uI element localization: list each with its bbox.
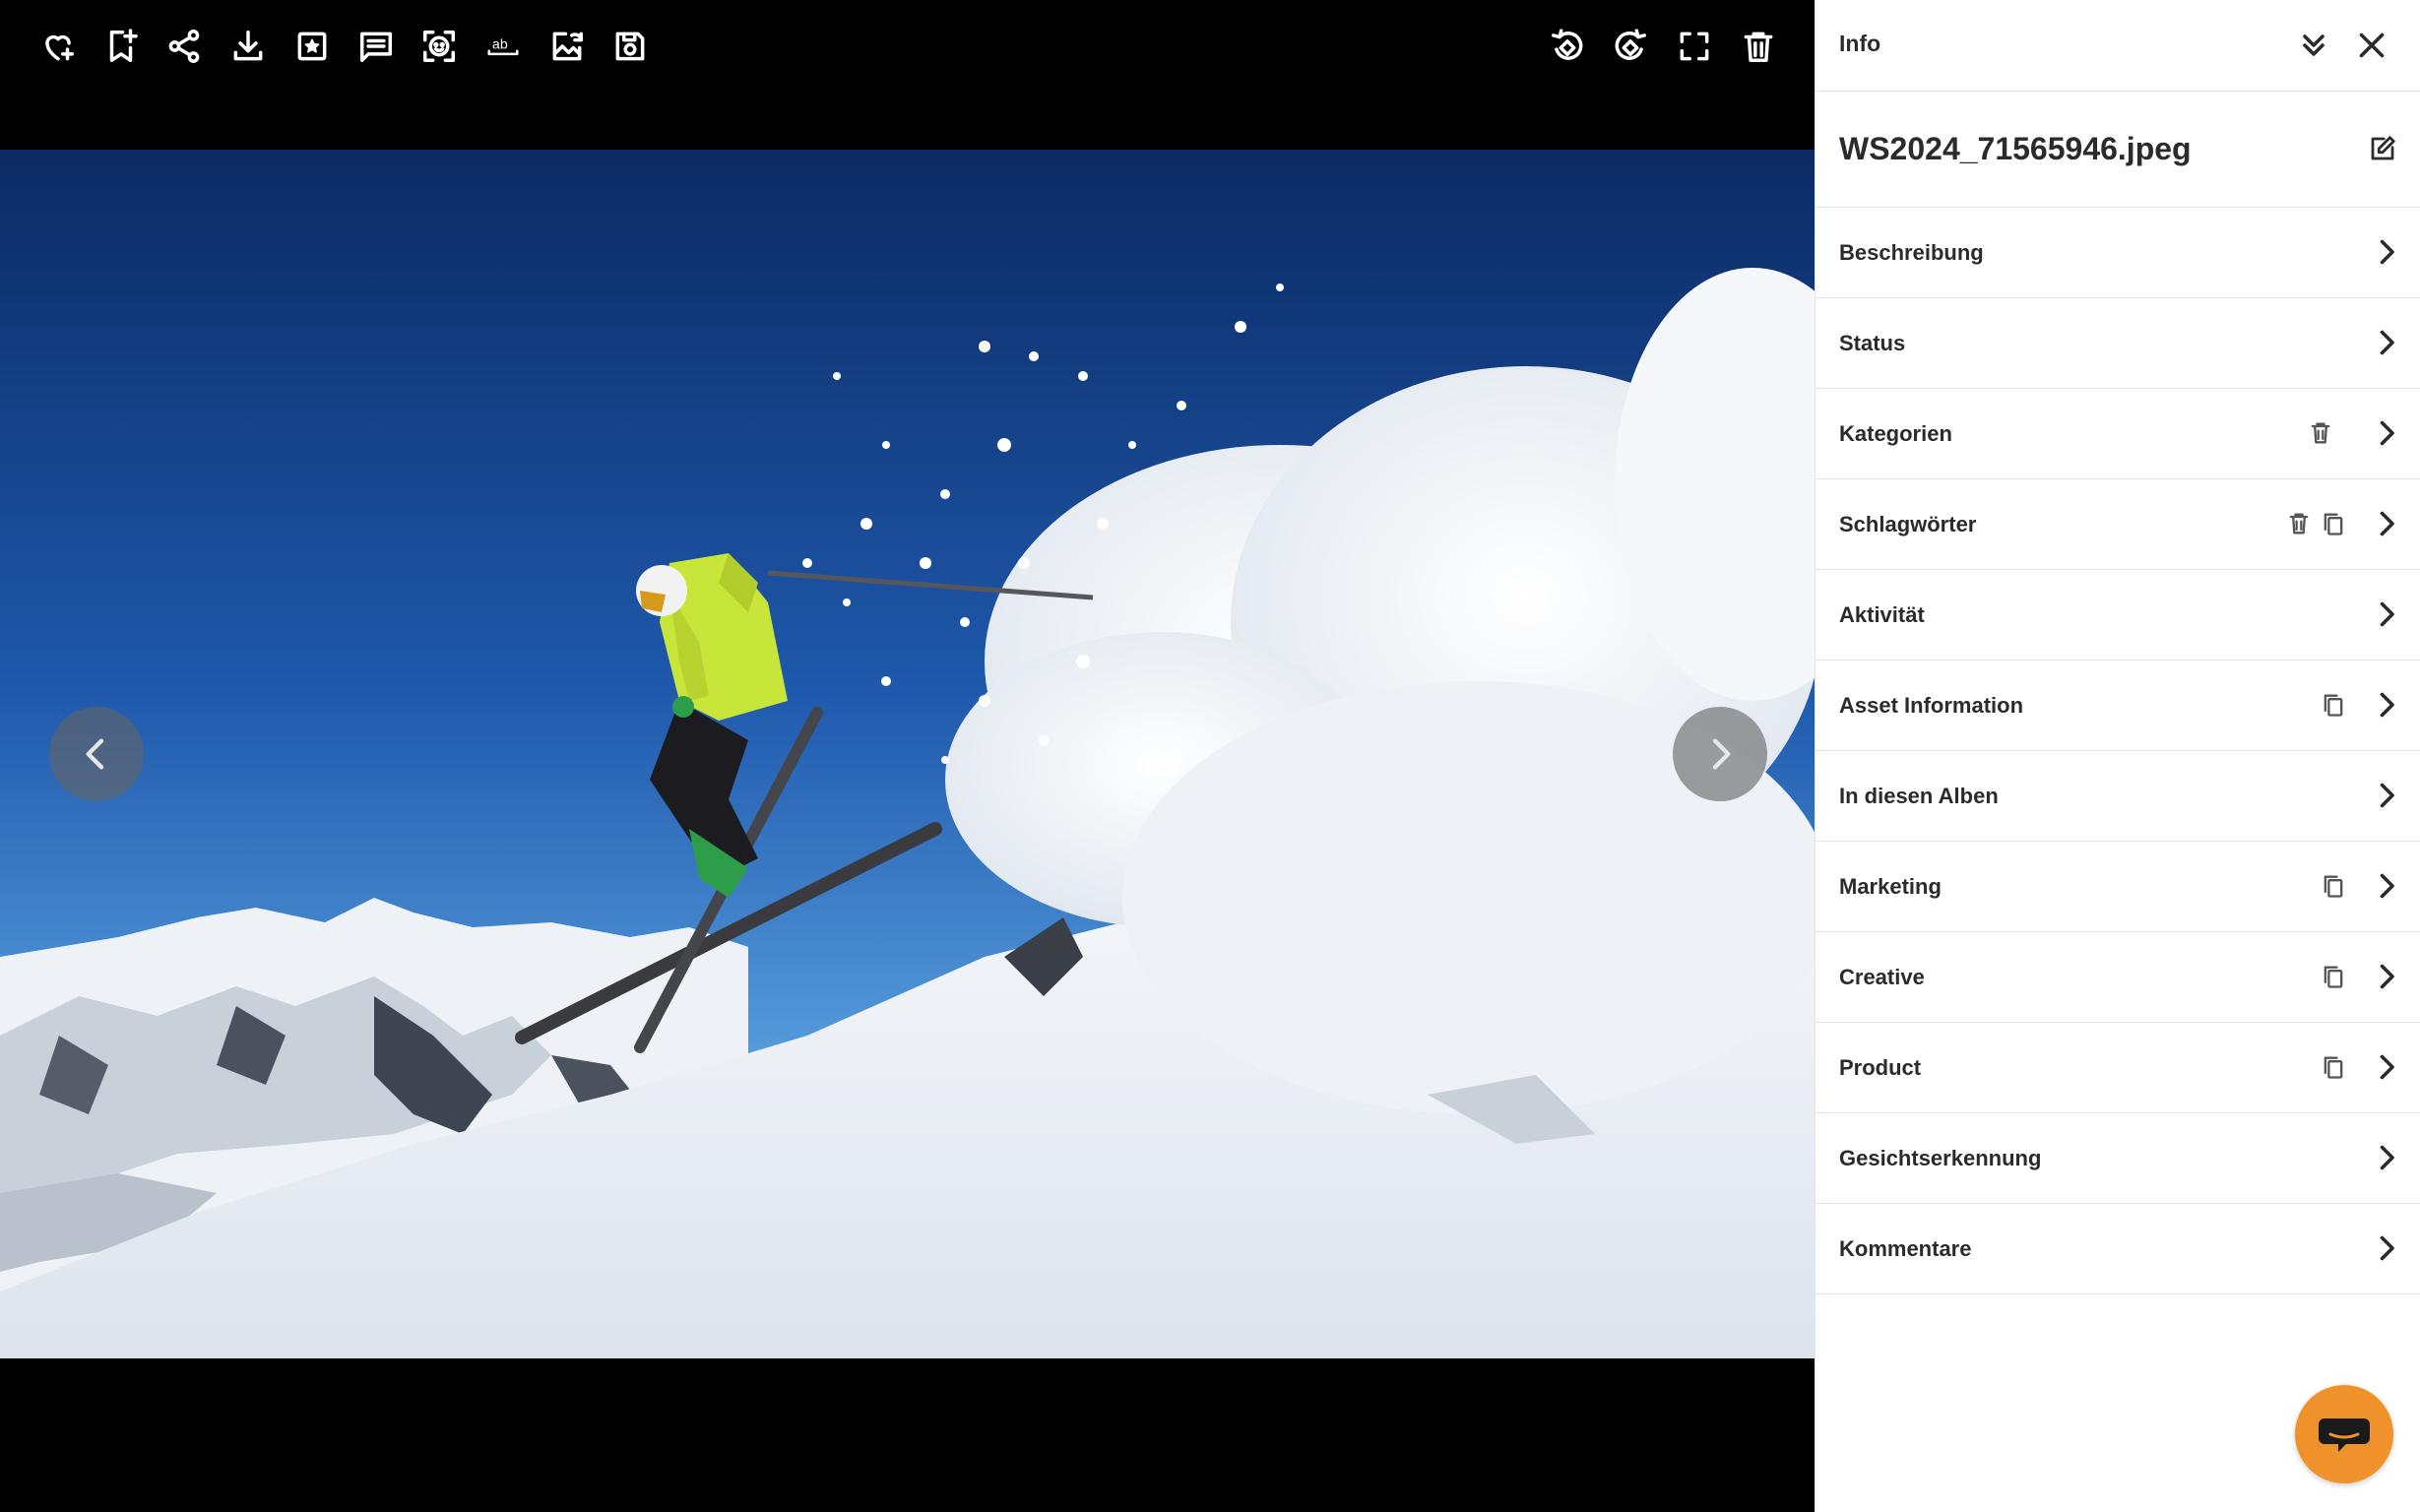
section-list: Beschreibung Status Kategorien Schlagwör… [1815,208,2420,1294]
trash-icon[interactable] [2307,419,2336,449]
copy-icon[interactable] [2320,691,2349,721]
favorite-add-icon[interactable] [33,22,83,71]
chat-bubble-icon [2319,1418,2370,1452]
section-schlagwoerter[interactable]: Schlagwörter [1815,479,2420,570]
section-aktivitaet[interactable]: Aktivität [1815,570,2420,661]
chevron-right-icon [2369,597,2404,632]
section-asset-information[interactable]: Asset Information [1815,661,2420,751]
chevron-right-icon [2369,415,2404,451]
trash-icon[interactable] [2285,510,2315,539]
chat-button[interactable] [2295,1385,2393,1483]
section-label: Kommentare [1839,1236,1972,1261]
chevron-right-icon [2369,868,2404,904]
collapse-all-icon[interactable] [2292,24,2335,67]
section-product[interactable]: Product [1815,1023,2420,1113]
section-label: Gesichtserkennung [1839,1146,2042,1170]
copy-icon[interactable] [2320,963,2349,992]
image-viewer: ab [0,0,1815,1512]
chevron-right-icon [2369,506,2404,541]
rotate-left-icon[interactable] [1543,22,1592,71]
delete-icon[interactable] [1734,22,1783,71]
section-label: In diesen Alben [1839,784,1999,808]
chevron-right-icon [2369,234,2404,270]
copy-icon[interactable] [2320,510,2349,539]
section-kategorien[interactable]: Kategorien [1815,389,2420,479]
text-recognition-icon[interactable]: ab [478,22,528,71]
section-label: Product [1839,1055,1922,1080]
section-label: Marketing [1839,874,1942,899]
section-label: Schlagwörter [1839,512,1977,536]
chevron-right-icon [1712,738,1731,770]
file-name-row: WS2024_71565946.jpeg [1815,92,2420,208]
chevron-right-icon [2369,687,2404,723]
asset-image [0,150,1815,1358]
save-version-icon[interactable] [605,22,655,71]
chevron-right-icon [2369,778,2404,813]
section-label: Status [1839,331,1906,355]
section-label: Aktivität [1839,602,1925,627]
previous-image-button[interactable] [49,707,144,801]
info-panel-header: Info [1815,0,2420,92]
copy-icon[interactable] [2320,872,2349,902]
share-icon[interactable] [159,22,209,71]
section-label: Asset Information [1839,693,2024,718]
section-label: Beschreibung [1839,240,1984,265]
download-icon[interactable] [223,22,273,71]
section-beschreibung[interactable]: Beschreibung [1815,208,2420,298]
comment-icon[interactable] [351,22,401,71]
panel-title: Info [1839,31,1881,56]
info-panel: Info WS2024_71565946.jpeg Beschreibung S… [1815,0,2420,1512]
section-creative[interactable]: Creative [1815,932,2420,1023]
chevron-left-icon [86,738,104,770]
image-replace-icon[interactable] [542,22,592,71]
fullscreen-icon[interactable] [1670,22,1719,71]
section-kommentare[interactable]: Kommentare [1815,1204,2420,1294]
section-marketing[interactable]: Marketing [1815,842,2420,932]
section-in-diesen-alben[interactable]: In diesen Alben [1815,751,2420,842]
edit-icon[interactable] [2363,129,2402,168]
close-icon[interactable] [2350,24,2393,67]
chevron-right-icon [2369,959,2404,994]
chevron-right-icon [2369,1049,2404,1085]
svg-text:ab: ab [492,36,508,52]
viewer-toolbar: ab [0,0,1815,93]
section-gesichtserkennung[interactable]: Gesichtserkennung [1815,1113,2420,1204]
chevron-right-icon [2369,1230,2404,1266]
section-label: Kategorien [1839,421,1952,446]
next-image-button[interactable] [1673,707,1767,801]
bookmark-add-icon[interactable] [96,22,146,71]
rotate-right-icon[interactable] [1606,22,1655,71]
chevron-right-icon [2369,325,2404,360]
section-label: Creative [1839,965,1925,989]
chevron-right-icon [2369,1140,2404,1175]
star-box-icon[interactable] [287,22,337,71]
file-name: WS2024_71565946.jpeg [1839,131,2192,166]
section-status[interactable]: Status [1815,298,2420,389]
copy-icon[interactable] [2320,1053,2349,1083]
face-scan-icon[interactable] [414,22,464,71]
